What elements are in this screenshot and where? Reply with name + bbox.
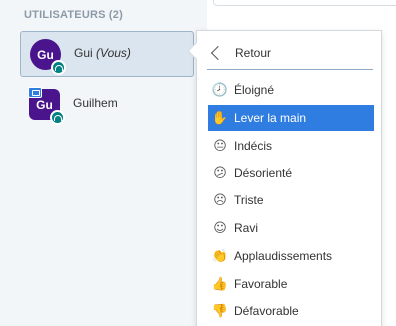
- back-label: Retour: [235, 45, 272, 60]
- menu-item-happy[interactable]: ☺ Ravi: [208, 215, 374, 241]
- menu-item-thumbs-up[interactable]: 👍 Favorable: [208, 271, 374, 297]
- sad-face-icon: ☹: [213, 192, 227, 208]
- top-bar-edge: [213, 0, 396, 6]
- avatar-initials: Gu: [37, 47, 54, 62]
- user-item-gui[interactable]: Gu Gui (Vous): [20, 31, 194, 77]
- headset-icon: [50, 110, 65, 125]
- menu-item-away[interactable]: 🕗 Éloigné: [208, 77, 374, 103]
- menu-item-label: Indécis: [234, 139, 273, 153]
- menu-item-label: Favorable: [234, 277, 288, 291]
- users-panel: UTILISATEURS (2) Gu Gui (Vous) Gu Guilhe…: [0, 0, 207, 326]
- avatar: Gu: [30, 39, 66, 75]
- clock-icon: 🕗: [211, 82, 229, 98]
- menu-item-label: Désorienté: [234, 166, 293, 180]
- applause-icon: 👏: [211, 248, 229, 264]
- menu-item-applause[interactable]: 👏 Applaudissements: [208, 243, 374, 269]
- menu-item-label: Triste: [234, 193, 264, 207]
- menu-item-undecided[interactable]: 😐 Indécis: [208, 133, 374, 159]
- user-you-suffix: (Vous): [96, 46, 131, 60]
- user-name: Gui (Vous): [74, 46, 131, 60]
- app-root: UTILISATEURS (2) Gu Gui (Vous) Gu Guilhe…: [0, 0, 396, 326]
- users-section-title: UTILISATEURS (2): [24, 9, 123, 21]
- confused-face-icon: 😕: [213, 165, 227, 181]
- user-name: Guilhem: [73, 96, 118, 110]
- menu-item-confused[interactable]: 😕 Désorienté: [208, 160, 374, 186]
- thumbs-down-icon: 👎: [211, 303, 229, 319]
- menu-item-label: Éloigné: [234, 83, 275, 97]
- avatar: Gu: [28, 87, 65, 125]
- neutral-face-icon: 😐: [213, 138, 227, 154]
- menu-item-thumbs-down[interactable]: 👎 Défavorable: [208, 298, 374, 324]
- chevron-left-icon: [210, 45, 226, 60]
- menu-item-raise-hand[interactable]: ✋ Lever la main: [208, 105, 374, 131]
- user-name-label: Guilhem: [73, 96, 118, 110]
- user-name-label: Gui: [74, 46, 93, 60]
- headset-icon: [51, 60, 66, 75]
- back-button[interactable]: Retour: [207, 36, 373, 70]
- hand-icon: ✋: [211, 110, 229, 126]
- menu-item-label: Ravi: [234, 221, 259, 235]
- avatar-initials: Gu: [36, 97, 53, 112]
- user-item-guilhem[interactable]: Gu Guilhem: [20, 82, 194, 128]
- thumbs-up-icon: 👍: [211, 276, 229, 292]
- menu-item-label: Lever la main: [234, 111, 307, 125]
- happy-face-icon: ☺: [213, 220, 227, 236]
- menu-item-label: Défavorable: [234, 304, 299, 318]
- menu-item-sad[interactable]: ☹ Triste: [208, 187, 374, 213]
- presenter-icon: [28, 87, 42, 98]
- menu-item-label: Applaudissements: [234, 249, 333, 263]
